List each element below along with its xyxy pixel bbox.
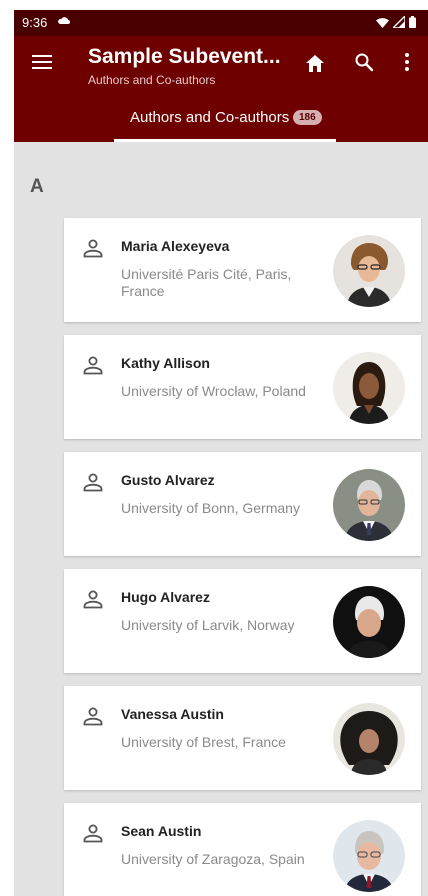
person-icon (83, 590, 103, 609)
page-title: Sample Subevent... (88, 45, 281, 68)
home-icon[interactable] (304, 52, 326, 74)
author-photo (333, 235, 405, 307)
status-bar: 9:36 (14, 10, 428, 36)
menu-icon[interactable] (32, 54, 52, 70)
tab-authors[interactable]: Authors and Co-authors 186 (114, 92, 336, 142)
author-card[interactable]: Hugo Alvarez University of Larvik, Norwa… (64, 569, 421, 673)
tab-label: Authors and Co-authors (130, 109, 290, 126)
person-icon (83, 473, 103, 492)
author-affiliation: University of Wrocław, Poland (121, 383, 306, 399)
person-icon (83, 824, 103, 843)
author-name: Sean Austin (121, 823, 202, 839)
author-affiliation: University of Larvik, Norway (121, 617, 295, 633)
author-photo (333, 820, 405, 892)
author-name: Hugo Alvarez (121, 589, 210, 605)
person-icon (83, 707, 103, 726)
author-name: Kathy Allison (121, 355, 210, 371)
signal-icon (393, 16, 405, 28)
wifi-icon (376, 17, 389, 28)
author-photo (333, 703, 405, 775)
app-screen: 9:36 Sample Subevent... Authors and Co-a… (14, 10, 428, 896)
tab-bar: Authors and Co-authors 186 (14, 92, 428, 142)
author-photo (333, 586, 405, 658)
author-affiliation: University of Brest, France (121, 734, 286, 750)
system-icons (376, 16, 416, 28)
author-card[interactable]: Gusto Alvarez University of Bonn, German… (64, 452, 421, 556)
section-header: A (30, 176, 44, 197)
author-affiliation: University of Zaragoza, Spain (121, 851, 305, 867)
cloud-icon (58, 17, 70, 24)
author-name: Maria Alexeyeva (121, 238, 230, 254)
author-card[interactable]: Vanessa Austin University of Brest, Fran… (64, 686, 421, 790)
tab-indicator (114, 139, 336, 142)
author-affiliation: University of Bonn, Germany (121, 500, 300, 516)
person-icon (83, 356, 103, 375)
app-bar: Sample Subevent... Authors and Co-author… (14, 36, 428, 92)
author-name: Gusto Alvarez (121, 472, 215, 488)
more-vert-icon[interactable] (404, 52, 410, 72)
author-card[interactable]: Maria Alexeyeva Université Paris Cité, P… (64, 218, 421, 322)
page-subtitle: Authors and Co-authors (88, 73, 216, 87)
author-name: Vanessa Austin (121, 706, 224, 722)
person-icon (83, 239, 103, 258)
battery-icon (409, 16, 416, 28)
author-card[interactable]: Kathy Allison University of Wrocław, Pol… (64, 335, 421, 439)
status-time: 9:36 (22, 15, 48, 30)
author-card[interactable]: Sean Austin University of Zaragoza, Spai… (64, 803, 421, 896)
count-badge: 186 (293, 110, 322, 125)
author-affiliation: Université Paris Cité, Paris, France (121, 266, 292, 299)
search-icon[interactable] (354, 52, 374, 72)
author-photo (333, 469, 405, 541)
author-photo (333, 352, 405, 424)
